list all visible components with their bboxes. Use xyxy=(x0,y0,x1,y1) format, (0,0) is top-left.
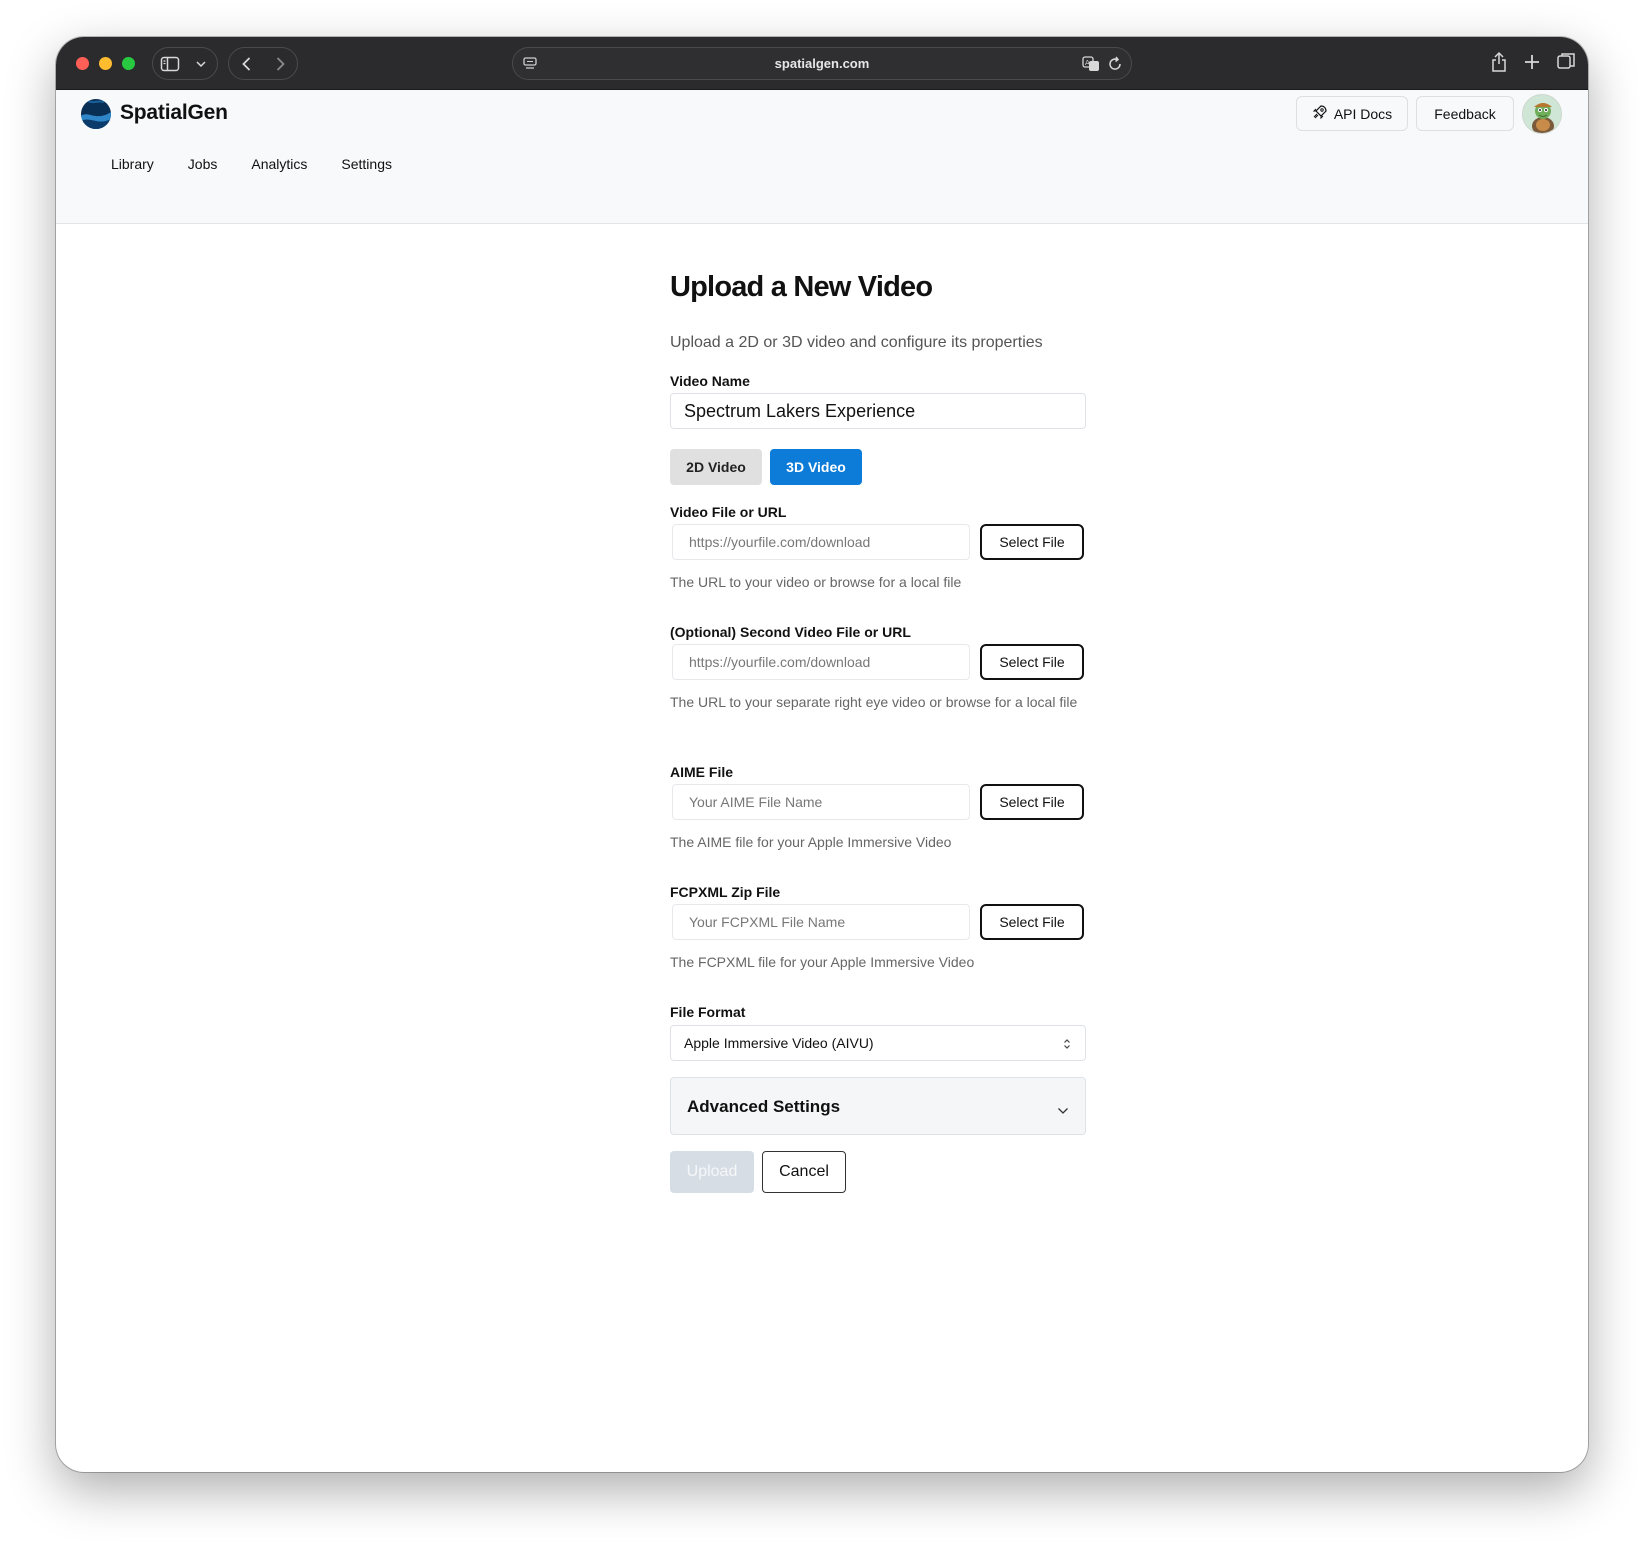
video-file-help: The URL to your video or browse for a lo… xyxy=(670,574,962,590)
feedback-button[interactable]: Feedback xyxy=(1416,96,1514,131)
page-subtitle: Upload a 2D or 3D video and configure it… xyxy=(670,334,1043,351)
second-video-file-help: The URL to your separate right eye video… xyxy=(670,694,1078,710)
api-docs-label: API Docs xyxy=(1333,105,1393,122)
tabs-overview-icon[interactable] xyxy=(1556,51,1576,78)
share-icon[interactable] xyxy=(1490,51,1508,78)
fcpxml-file-input[interactable] xyxy=(672,904,970,940)
chevron-down-icon[interactable] xyxy=(187,48,215,79)
second-video-file-label: (Optional) Second Video File or URL xyxy=(670,624,911,640)
cancel-button[interactable]: Cancel xyxy=(762,1151,846,1193)
file-format-select[interactable]: Apple Immersive Video (AIVU) xyxy=(670,1025,1086,1061)
fcpxml-file-select-button[interactable]: Select File xyxy=(980,904,1084,940)
minimize-window-button[interactable] xyxy=(99,57,112,70)
svg-text:A: A xyxy=(1085,59,1090,67)
rocket-icon xyxy=(1312,104,1328,123)
fcpxml-file-label: FCPXML Zip File xyxy=(670,884,781,900)
file-format-label: File Format xyxy=(670,1004,746,1020)
translate-icon[interactable]: A xyxy=(1081,54,1101,79)
browser-titlebar: spatialgen.com A xyxy=(56,37,1588,90)
aime-file-select-button[interactable]: Select File xyxy=(980,784,1084,820)
second-video-file-select-button[interactable]: Select File xyxy=(980,644,1084,680)
aime-file-label: AIME File xyxy=(670,764,734,780)
chevron-right-icon[interactable] xyxy=(263,48,297,79)
sidebar-icon[interactable] xyxy=(153,48,187,79)
video-name-label: Video Name xyxy=(670,373,750,389)
main-nav: Library Jobs Analytics Settings xyxy=(94,150,409,178)
nav-item-settings[interactable]: Settings xyxy=(324,150,409,178)
advanced-settings-accordion[interactable]: Advanced Settings xyxy=(670,1077,1086,1135)
upload-button[interactable]: Upload xyxy=(670,1151,754,1193)
brand-name[interactable]: SpatialGen xyxy=(120,101,228,125)
browser-window: spatialgen.com A SpatialGen API Docs Fee… xyxy=(56,37,1588,1472)
address-bar[interactable]: spatialgen.com A xyxy=(512,47,1132,80)
nav-item-analytics[interactable]: Analytics xyxy=(234,150,324,178)
address-url: spatialgen.com xyxy=(774,56,870,71)
app-header: SpatialGen API Docs Feedback Library Job… xyxy=(56,90,1588,224)
advanced-settings-label: Advanced Settings xyxy=(687,1097,841,1116)
navigation-group xyxy=(228,47,298,80)
fcpxml-file-help: The FCPXML file for your Apple Immersive… xyxy=(670,954,975,970)
aime-file-input[interactable] xyxy=(672,784,970,820)
aime-file-help: The AIME file for your Apple Immersive V… xyxy=(670,834,952,850)
video-file-select-button[interactable]: Select File xyxy=(980,524,1084,560)
page-title: Upload a New Video xyxy=(670,271,933,303)
second-video-file-input[interactable] xyxy=(672,644,970,680)
chevron-down-icon xyxy=(1057,1102,1069,1120)
video-name-input[interactable] xyxy=(670,393,1086,429)
video-type-3d-button[interactable]: 3D Video xyxy=(770,449,862,485)
spatialgen-logo-icon[interactable] xyxy=(80,98,112,130)
sidebar-toggle-group xyxy=(152,47,218,80)
file-format-value: Apple Immersive Video (AIVU) xyxy=(684,1035,874,1051)
nav-item-jobs[interactable]: Jobs xyxy=(171,150,235,178)
select-arrows-icon xyxy=(1063,1037,1071,1053)
avatar[interactable] xyxy=(1522,94,1562,134)
video-file-label: Video File or URL xyxy=(670,504,787,520)
reload-icon[interactable] xyxy=(1105,54,1125,79)
video-type-2d-button[interactable]: 2D Video xyxy=(670,449,762,485)
video-file-input[interactable] xyxy=(672,524,970,560)
chevron-left-icon[interactable] xyxy=(229,48,263,79)
nav-item-library[interactable]: Library xyxy=(94,150,171,178)
close-window-button[interactable] xyxy=(76,57,89,70)
zoom-window-button[interactable] xyxy=(122,57,135,70)
plus-icon[interactable] xyxy=(1522,51,1542,78)
api-docs-button[interactable]: API Docs xyxy=(1296,96,1408,131)
